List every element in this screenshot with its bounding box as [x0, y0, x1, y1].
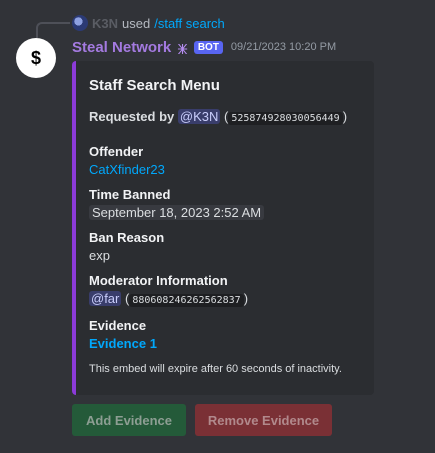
action-buttons: Add Evidence Remove Evidence: [72, 404, 332, 436]
field-moderator-name: Moderator Information: [89, 273, 228, 288]
requested-by-label: Requested by: [89, 109, 175, 124]
field-ban-reason-value: exp: [89, 248, 110, 263]
moderator-mention[interactable]: @far: [89, 291, 122, 306]
field-time-banned-name: Time Banned: [89, 187, 171, 202]
requested-by-id: 525874928030056449: [228, 112, 343, 125]
embed-footer: This embed will expire after 60 seconds …: [89, 363, 342, 375]
field-offender-name: Offender: [89, 144, 144, 159]
field-evidence-name: Evidence: [89, 318, 147, 333]
requested-by-mention[interactable]: @K3N: [177, 109, 221, 124]
message-timestamp[interactable]: 09/21/2023 10:20 PM: [231, 41, 336, 53]
bot-badge: BOT: [193, 40, 223, 54]
remove-evidence-button[interactable]: Remove Evidence: [195, 404, 332, 436]
field-evidence-link[interactable]: Evidence 1: [89, 335, 364, 353]
reply-context[interactable]: K3N used /staff search: [72, 14, 225, 32]
dollar-icon: $: [30, 47, 41, 68]
field-offender-value[interactable]: CatXfinder23: [89, 161, 364, 179]
embed-card: Staff Search Menu Requested by @K3N (525…: [72, 61, 374, 395]
bot-avatar[interactable]: $: [16, 38, 56, 78]
add-evidence-button[interactable]: Add Evidence: [72, 404, 186, 436]
message-header: Steal Network 🜹 BOT 09/21/2023 10:20 PM: [72, 37, 336, 57]
role-icon: 🜹: [177, 40, 188, 57]
reply-command[interactable]: /staff search: [154, 16, 225, 31]
reply-avatar[interactable]: [72, 15, 88, 31]
embed-accent-bar: [72, 61, 76, 395]
field-time-banned-value[interactable]: September 18, 2023 2:52 AM: [89, 205, 265, 220]
requested-by-line: Requested by @K3N (525874928030056449): [89, 109, 348, 125]
embed-title: Staff Search Menu: [89, 77, 220, 94]
field-moderator-value: @far (880608246262562837): [89, 291, 249, 307]
reply-connector: [36, 22, 70, 38]
reply-username[interactable]: K3N: [92, 16, 118, 31]
reply-used-text: used: [122, 15, 151, 31]
message-username[interactable]: Steal Network: [72, 39, 171, 56]
moderator-id: 880608246262562837: [129, 294, 244, 307]
field-ban-reason-name: Ban Reason: [89, 230, 165, 245]
